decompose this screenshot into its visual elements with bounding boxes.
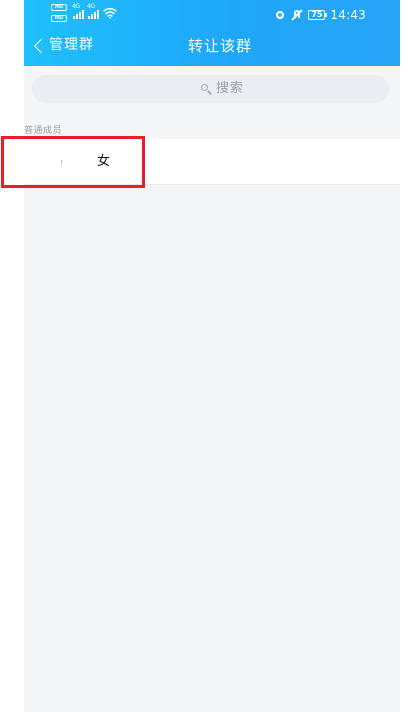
- mute-icon: [291, 9, 303, 21]
- search-content: 搜索: [200, 81, 244, 97]
- section-label: 普通成员: [24, 126, 63, 136]
- search-input[interactable]: 搜索: [32, 75, 389, 103]
- battery-icon: 75: [308, 10, 328, 20]
- page-title: 转让该群: [187, 37, 252, 55]
- top-app-bar: HD HD 4G 4G 75 14:43 管理群 转让该群: [24, 0, 400, 66]
- hd-chip: HD: [51, 15, 67, 22]
- signal-bar: [76, 14, 78, 19]
- back-label: 管理群: [49, 37, 94, 53]
- signal-icon: 4G: [72, 3, 84, 19]
- signal-bar: [91, 14, 93, 19]
- hd-icon: HD HD: [51, 4, 69, 22]
- member-row[interactable]: 女: [24, 139, 400, 185]
- chevron-left-icon: [33, 38, 49, 53]
- row-divider: [24, 184, 400, 185]
- status-bar: HD HD 4G 4G 75 14:43: [24, 0, 400, 30]
- wifi-icon: [103, 8, 117, 19]
- signal-icon: 4G: [87, 3, 99, 19]
- signal-bar: [88, 16, 90, 19]
- screenshot-page: HD HD 4G 4G 75 14:43 管理群 转让该群 搜索 普通成员 女: [0, 0, 405, 712]
- status-time: 14:43: [330, 8, 366, 22]
- signal-bar: [73, 16, 75, 19]
- member-name: 女: [97, 154, 111, 169]
- phone-screen: HD HD 4G 4G 75 14:43 管理群 转让该群 搜索 普通成员 女: [24, 0, 400, 712]
- search-icon: [200, 83, 212, 95]
- status-left-icons: HD HD 4G 4G: [51, 3, 117, 23]
- signal-label: 4G: [72, 3, 80, 10]
- hd-chip: HD: [51, 4, 67, 11]
- signal-label: 4G: [87, 3, 95, 10]
- search-placeholder: 搜索: [216, 81, 244, 96]
- signal-bar: [79, 12, 81, 19]
- back-button[interactable]: 管理群: [33, 35, 94, 55]
- signal-bar: [82, 10, 84, 19]
- signal-bar: [94, 12, 96, 19]
- signal-bar: [97, 10, 99, 19]
- alarm-icon: [274, 9, 286, 21]
- member-avatar-placeholder: [61, 160, 62, 165]
- status-right-icons: 75 14:43: [274, 7, 366, 23]
